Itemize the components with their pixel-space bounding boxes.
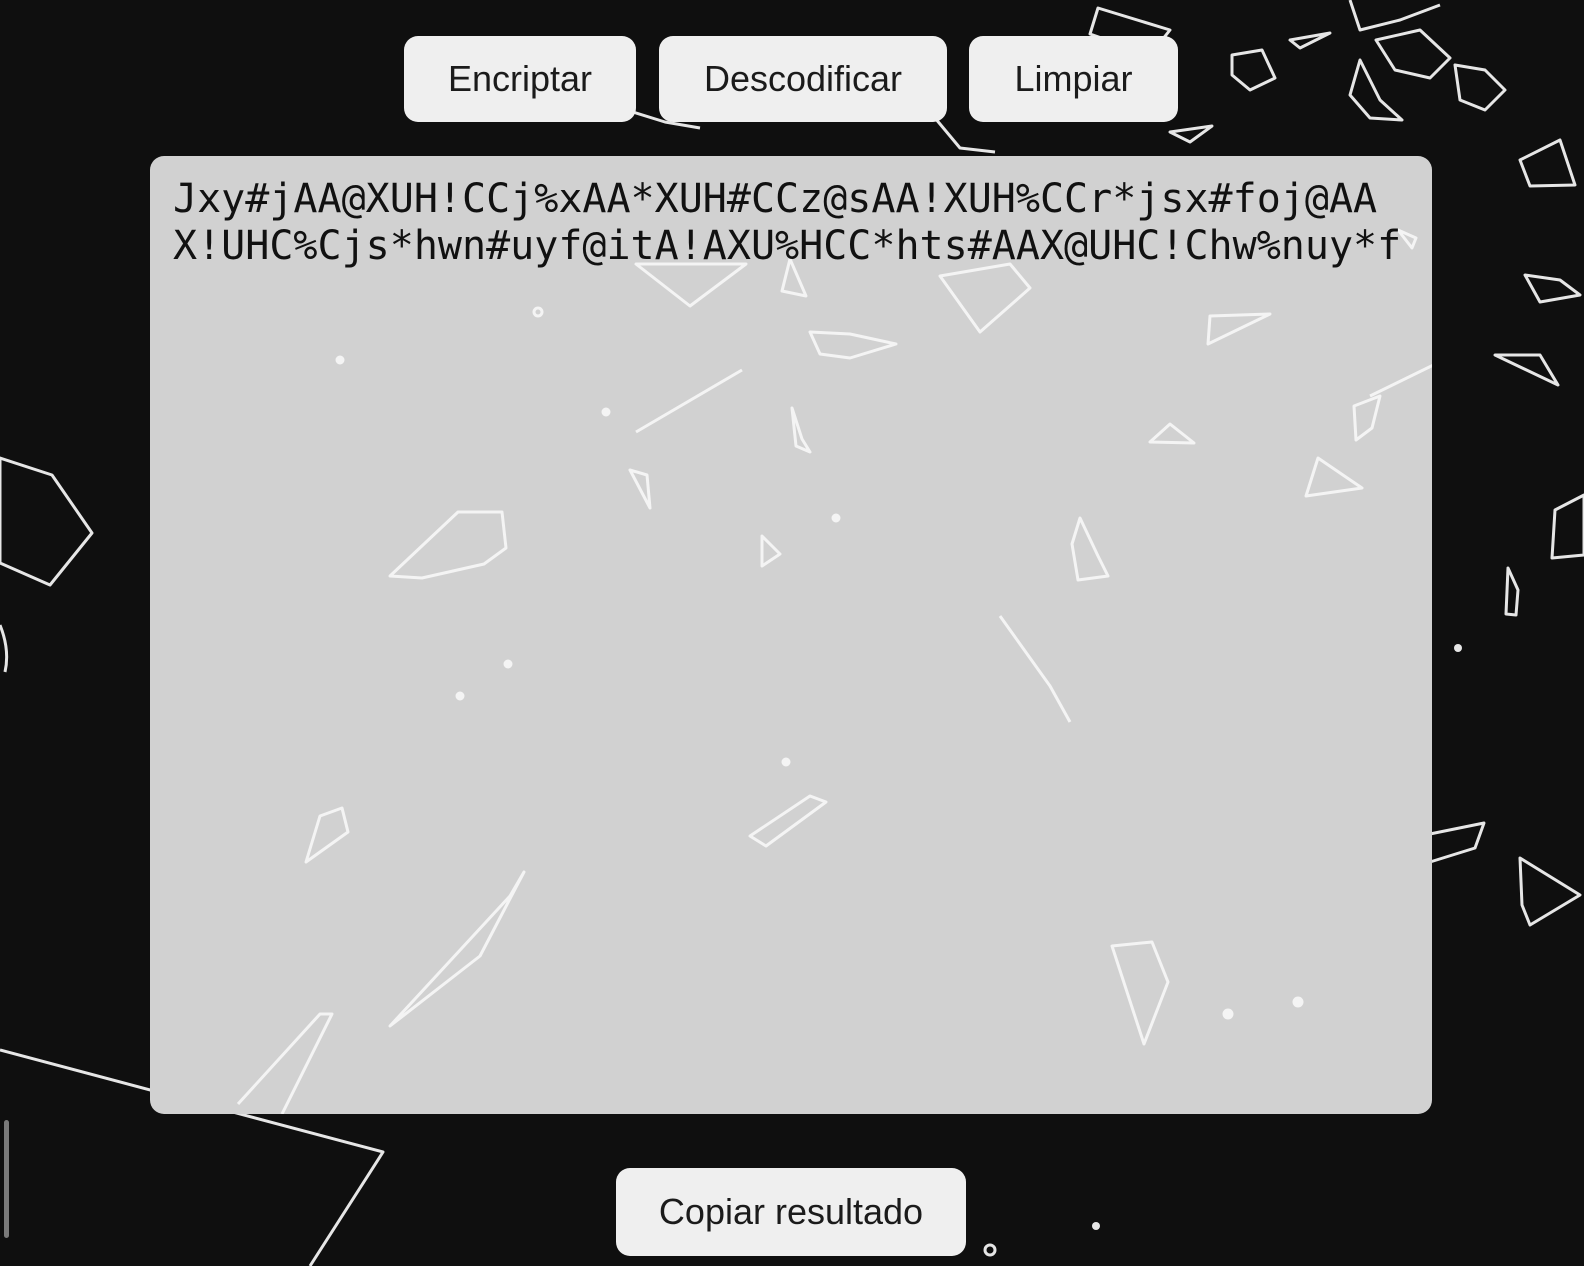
app-stage: Encriptar Descodificar Limpiar Jxy#jAA@X…: [0, 0, 1584, 1266]
result-panel: Jxy#jAA@XUH!CCj%xAA*XUH#CCz@sAA!XUH%CCr*…: [150, 156, 1432, 1114]
decode-button[interactable]: Descodificar: [659, 36, 947, 122]
panel-shard-overlay: [236, 228, 1432, 1114]
clear-button[interactable]: Limpiar: [969, 36, 1178, 122]
scroll-indicator[interactable]: [4, 1120, 9, 1238]
copy-result-button[interactable]: Copiar resultado: [616, 1168, 966, 1256]
result-text[interactable]: Jxy#jAA@XUH!CCj%xAA*XUH#CCz@sAA!XUH%CCr*…: [173, 176, 1413, 270]
encrypt-button[interactable]: Encriptar: [404, 36, 636, 122]
